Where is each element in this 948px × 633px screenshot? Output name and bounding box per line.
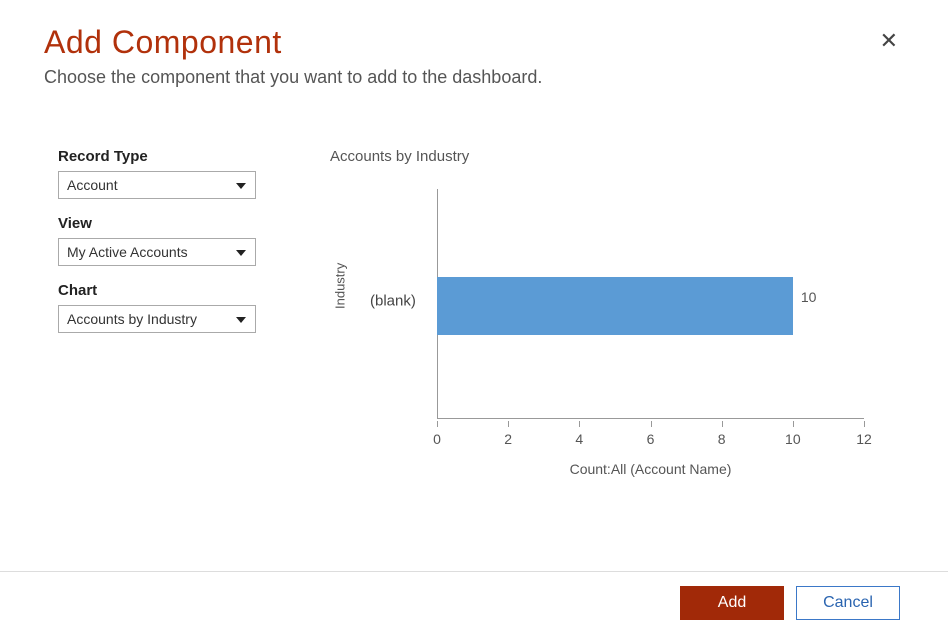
- form-column: Record Type Account View My Active Accou…: [58, 148, 268, 489]
- x-tick-label: 2: [504, 431, 512, 447]
- x-tick-label: 6: [647, 431, 655, 447]
- chart-value: Accounts by Industry: [67, 311, 197, 327]
- chart-title: Accounts by Industry: [322, 148, 904, 165]
- x-tick-mark: [579, 421, 580, 427]
- x-tick-label: 0: [433, 431, 441, 447]
- cancel-button[interactable]: Cancel: [796, 586, 900, 620]
- x-tick-mark: [437, 421, 438, 427]
- view-value: My Active Accounts: [67, 244, 188, 260]
- bar: [437, 277, 793, 335]
- x-tick-mark: [864, 421, 865, 427]
- dialog-footer: Add Cancel: [0, 571, 948, 633]
- x-tick-mark: [793, 421, 794, 427]
- add-button[interactable]: Add: [680, 586, 784, 620]
- bar-value-label: 10: [801, 289, 817, 305]
- view-select[interactable]: My Active Accounts: [58, 238, 256, 266]
- chart-label: Chart: [58, 282, 268, 299]
- x-tick-mark: [508, 421, 509, 427]
- chart-preview: Accounts by Industry Industry (blank) 10…: [322, 148, 904, 489]
- view-label: View: [58, 215, 268, 232]
- dialog-subtitle: Choose the component that you want to ad…: [0, 67, 948, 98]
- x-tick-label: 10: [785, 431, 801, 447]
- x-tick-mark: [651, 421, 652, 427]
- y-tick-label: (blank): [370, 293, 416, 310]
- record-type-label: Record Type: [58, 148, 268, 165]
- x-tick-label: 12: [856, 431, 872, 447]
- x-tick-label: 4: [575, 431, 583, 447]
- x-axis-label: Count:All (Account Name): [437, 461, 864, 477]
- y-axis-label: Industry: [333, 263, 348, 309]
- dialog-title: Add Component: [44, 24, 282, 61]
- record-type-select[interactable]: Account: [58, 171, 256, 199]
- chart-select[interactable]: Accounts by Industry: [58, 305, 256, 333]
- x-ticks: 024681012: [437, 421, 864, 441]
- x-tick-mark: [722, 421, 723, 427]
- chart-area: Industry (blank) 10 024681012 Count:All …: [322, 189, 904, 489]
- record-type-value: Account: [67, 177, 118, 193]
- close-icon: ✕: [880, 28, 898, 53]
- close-button[interactable]: ✕: [874, 24, 904, 58]
- x-tick-label: 8: [718, 431, 726, 447]
